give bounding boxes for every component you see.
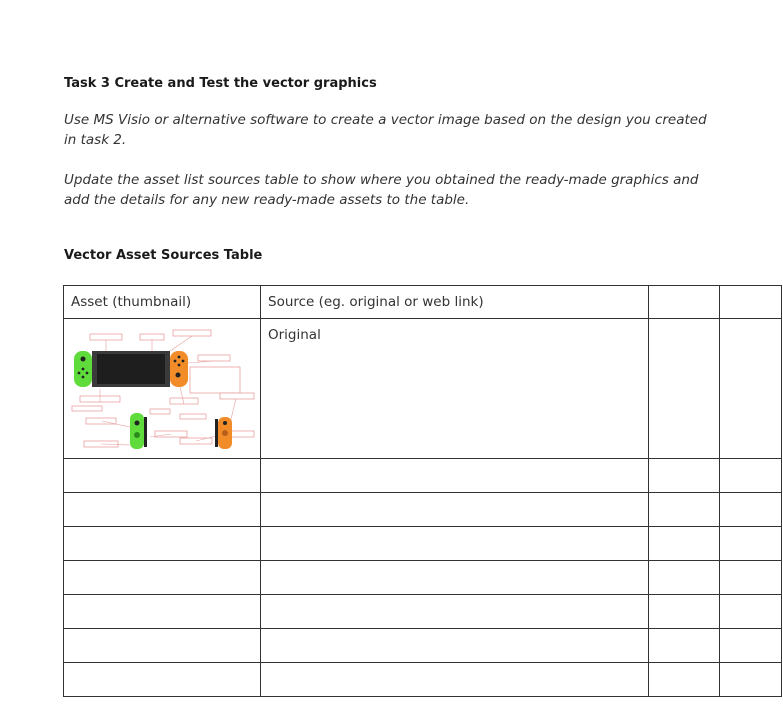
col4-cell xyxy=(719,628,782,663)
table-row xyxy=(63,492,782,527)
col3-cell xyxy=(648,318,720,459)
header-asset: Asset (thumbnail) xyxy=(63,285,261,319)
console-diagram-thumbnail xyxy=(71,329,255,449)
col4-cell xyxy=(719,318,782,459)
instruction-paragraph-1: Use MS Visio or alternative software to … xyxy=(64,112,707,148)
asset-thumbnail-cell xyxy=(63,594,261,629)
source-cell xyxy=(260,526,649,561)
asset-thumbnail-cell xyxy=(63,560,261,595)
header-source: Source (eg. original or web link) xyxy=(260,285,649,319)
source-cell xyxy=(260,628,649,663)
col3-cell xyxy=(648,458,720,493)
col3-cell xyxy=(648,662,720,697)
asset-thumbnail-cell xyxy=(63,662,261,697)
asset-thumbnail-cell xyxy=(63,628,261,663)
task-heading: Task 3 Create and Test the vector graphi… xyxy=(64,76,377,91)
table-heading: Vector Asset Sources Table xyxy=(64,248,263,263)
col3-cell xyxy=(648,560,720,595)
source-cell xyxy=(260,560,649,595)
col4-cell xyxy=(719,594,782,629)
source-cell xyxy=(260,458,649,493)
instruction-paragraph-2: Update the asset list sources table to s… xyxy=(64,172,699,208)
asset-thumbnail-cell xyxy=(63,526,261,561)
col4-cell xyxy=(719,458,782,493)
table-row xyxy=(63,628,782,663)
asset-thumbnail-cell xyxy=(63,318,261,459)
table-row xyxy=(63,662,782,697)
col4-cell xyxy=(719,526,782,561)
table-row xyxy=(63,560,782,595)
asset-thumbnail-cell xyxy=(63,458,261,493)
source-cell xyxy=(260,594,649,629)
table-row xyxy=(63,594,782,629)
header-col3 xyxy=(648,285,720,319)
col3-cell xyxy=(648,628,720,663)
table-header-row: Asset (thumbnail) Source (eg. original o… xyxy=(63,285,782,319)
col3-cell xyxy=(648,526,720,561)
source-cell: Original xyxy=(260,318,649,459)
col4-cell xyxy=(719,492,782,527)
asset-thumbnail-cell xyxy=(63,492,261,527)
table-row xyxy=(63,526,782,561)
source-cell xyxy=(260,662,649,697)
col4-cell xyxy=(719,662,782,697)
asset-sources-table: Asset (thumbnail) Source (eg. original o… xyxy=(63,285,782,697)
source-cell xyxy=(260,492,649,527)
table-row xyxy=(63,458,782,493)
col3-cell xyxy=(648,492,720,527)
col3-cell xyxy=(648,594,720,629)
col4-cell xyxy=(719,560,782,595)
header-col4 xyxy=(719,285,782,319)
document-page: Task 3 Create and Test the vector graphi… xyxy=(0,0,783,723)
table-row: Original xyxy=(63,318,782,459)
